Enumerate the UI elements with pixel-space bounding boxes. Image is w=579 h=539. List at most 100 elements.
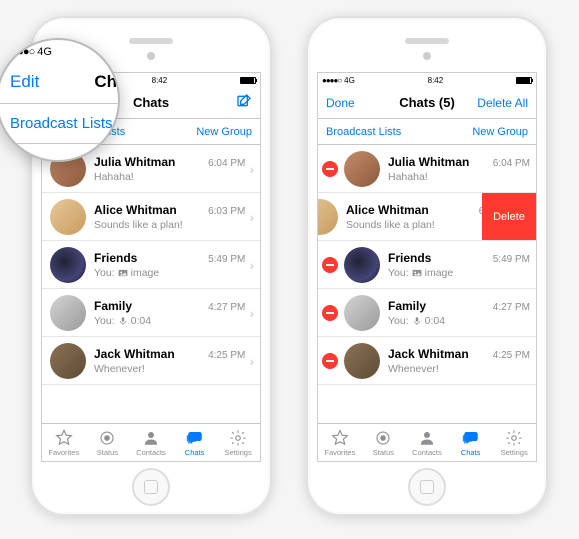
chat-name: Friends [388,251,431,265]
photo-icon [118,268,128,278]
contact-icon [142,429,160,447]
chat-row[interactable]: Julia Whitman6:04 PM Hahaha! [318,145,536,193]
gear-icon [229,429,247,447]
chat-row[interactable]: Alice Whitman6:03 PM Sounds like a plan!… [42,193,260,241]
carrier-label: 4G [344,76,355,85]
chat-preview: Whenever! [94,363,245,375]
chevron-right-icon: › [249,353,254,369]
tab-contacts[interactable]: Contacts [405,424,449,461]
chat-preview: Whenever! [388,363,530,375]
tab-favorites[interactable]: Favorites [318,424,362,461]
tab-chats[interactable]: Chats [449,424,493,461]
clock: 8:42 [428,76,444,85]
phone-camera [147,52,155,60]
avatar [344,343,380,379]
tab-bar: Favorites Status Contacts Chats Settings [42,423,260,461]
new-group-link[interactable]: New Group [196,126,252,138]
phone-mockup-right: ●●●●○ 4G 8:42 Done Chats (5) Delete All … [306,16,548,516]
delete-toggle-button[interactable] [322,257,338,273]
avatar [50,247,86,283]
chat-name: Friends [94,251,137,265]
carrier-label: 4G [37,46,52,58]
star-icon [331,429,349,447]
delete-toggle-button[interactable] [322,305,338,321]
page-title: Chats [133,95,169,110]
tab-status[interactable]: Status [362,424,406,461]
nav-bar: Done Chats (5) Delete All [318,87,536,119]
chat-list: Julia Whitman6:04 PM Hahaha! › Alice Whi… [42,145,260,423]
magnifier-lens: ●●●●○ 4G 8:42 Edit Chats Broadcast Lists… [0,38,120,162]
mic-icon [118,316,128,326]
clock: 8:42 [152,76,168,85]
chat-preview: You: 0:04 [94,315,245,327]
avatar [50,295,86,331]
delete-toggle-button[interactable] [322,353,338,369]
chat-preview: You: image [94,267,245,279]
photo-icon [412,268,422,278]
chat-preview: Hahaha! [94,171,245,183]
avatar [344,247,380,283]
chat-row[interactable]: Jack Whitman4:25 PM Whenever! › [42,337,260,385]
chat-time: 6:04 PM [493,158,530,169]
chat-row[interactable]: Jack Whitman4:25 PM Whenever! [318,337,536,385]
edit-button[interactable]: Edit [10,72,62,92]
new-group-link[interactable]: New Group [472,126,528,138]
chat-name: Alice Whitman [94,203,177,217]
star-icon [55,429,73,447]
chevron-right-icon: › [249,257,254,273]
gear-icon [505,429,523,447]
phone-speaker [405,38,449,44]
chat-row[interactable]: Family 4:27 PM You: 0:04 › [42,289,260,337]
avatar [344,151,380,187]
chat-preview: You: 0:04 [388,315,530,327]
avatar [318,199,338,235]
chevron-right-icon: › [249,209,254,225]
tab-chats[interactable]: Chats [173,424,217,461]
tab-status[interactable]: Status [86,424,130,461]
chat-time: 6:03 PM [208,206,245,217]
avatar [344,295,380,331]
phone-speaker [129,38,173,44]
status-icon [374,429,392,447]
chat-time: 5:49 PM [208,254,245,265]
chat-time: 4:27 PM [208,302,245,313]
delete-all-button[interactable]: Delete All [476,96,528,110]
page-title: Chats (5) [399,95,455,110]
delete-toggle-button[interactable] [322,161,338,177]
broadcast-lists-link[interactable]: Broadcast Lists [10,115,113,132]
home-button[interactable] [132,468,170,506]
chat-name: Alice Whitman [346,203,429,217]
status-icon [98,429,116,447]
home-button[interactable] [408,468,446,506]
screen-right: ●●●●○ 4G 8:42 Done Chats (5) Delete All … [317,72,537,462]
avatar [50,343,86,379]
done-button[interactable]: Done [326,96,378,110]
chat-name: Jack Whitman [388,347,469,361]
compose-button[interactable] [200,93,252,112]
delete-confirm-button[interactable]: Delete [482,193,536,240]
chat-row[interactable]: Friends5:49 PM You: image [318,241,536,289]
broadcast-lists-link[interactable]: Broadcast Lists [326,126,401,138]
tab-bar: Favorites Status Contacts Chats Settings [318,423,536,461]
chat-name: Julia Whitman [388,155,469,169]
tab-settings[interactable]: Settings [492,424,536,461]
chat-time: 5:49 PM [493,254,530,265]
chat-time: 4:27 PM [493,302,530,313]
chat-row[interactable]: Alice Whitman6:03 PM Sounds like a plan!… [318,193,536,241]
chat-row[interactable]: Friends 5:49 PM You: image › [42,241,260,289]
contact-icon [418,429,436,447]
tab-contacts[interactable]: Contacts [129,424,173,461]
status-bar: ●●●●○ 4G 8:42 [318,73,536,87]
battery-icon [516,77,532,84]
chats-icon [186,429,204,447]
chat-time: 6:04 PM [208,158,245,169]
chats-icon [462,429,480,447]
chat-name: Family [94,299,132,313]
chat-time: 4:25 PM [208,350,245,361]
tab-settings[interactable]: Settings [216,424,260,461]
chevron-right-icon: › [249,305,254,321]
chat-row[interactable]: Family 4:27 PM You: 0:04 [318,289,536,337]
chat-name: Family [388,299,426,313]
signal-dots: ●●●●○ [6,46,34,58]
tab-favorites[interactable]: Favorites [42,424,86,461]
